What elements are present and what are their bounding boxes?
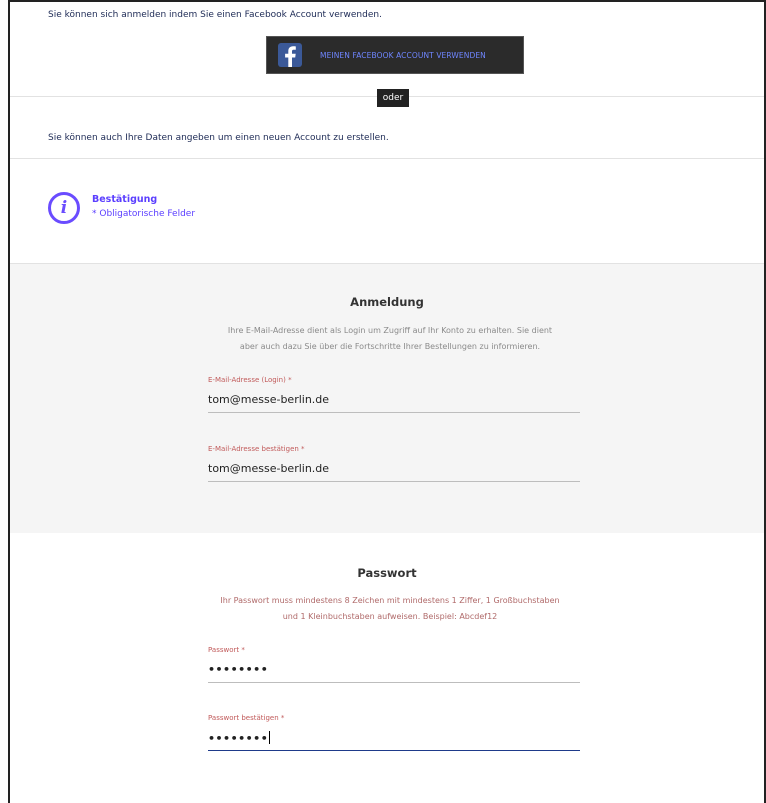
info-icon: i [48, 192, 80, 224]
email-field: E-Mail-Adresse (Login) * tom@messe-berli… [208, 376, 580, 413]
password-field: Passwort * •••••••• [208, 646, 580, 683]
login-section-description: Ihre E-Mail-Adresse dient als Login um Z… [227, 326, 553, 351]
registration-panel: Sie können sich anmelden indem Sie einen… [8, 0, 766, 803]
divider [10, 158, 764, 159]
password-section-description: Ihr Passwort muss mindestens 8 Zeichen m… [220, 596, 560, 621]
login-section-title: Anmeldung [350, 295, 424, 309]
email-confirm-field: E-Mail-Adresse bestätigen * tom@messe-be… [208, 445, 580, 482]
text-caret [269, 731, 271, 744]
email-input[interactable]: tom@messe-berlin.de [208, 393, 580, 413]
confirmation-title: Bestätigung [92, 194, 158, 205]
login-section: Anmeldung Ihre E-Mail-Adresse dient als … [10, 263, 764, 533]
required-fields-note: * Obligatorische Felder [92, 209, 196, 219]
facebook-button-label: MEINEN FACEBOOK ACCOUNT VERWENDEN [320, 50, 486, 60]
password-confirm-input[interactable]: •••••••• [208, 731, 580, 751]
password-section-title: Passwort [357, 566, 417, 580]
password-section: Passwort Ihr Passwort muss mindestens 8 … [10, 533, 764, 803]
email-confirm-label: E-Mail-Adresse bestätigen * [208, 445, 305, 453]
create-account-intro-text: Sie können auch Ihre Daten angeben um ei… [48, 133, 389, 143]
password-confirm-masked-value: •••••••• [208, 732, 269, 745]
email-confirm-input[interactable]: tom@messe-berlin.de [208, 462, 580, 482]
password-masked-value: •••••••• [208, 663, 269, 676]
facebook-icon [278, 43, 302, 67]
email-label: E-Mail-Adresse (Login) * [208, 376, 292, 384]
password-input[interactable]: •••••••• [208, 663, 580, 683]
password-confirm-label: Passwort bestätigen * [208, 714, 285, 722]
password-label: Passwort * [208, 646, 245, 654]
facebook-intro-text: Sie können sich anmelden indem Sie einen… [48, 10, 382, 20]
facebook-login-button[interactable]: MEINEN FACEBOOK ACCOUNT VERWENDEN [266, 36, 524, 74]
or-separator: oder [377, 89, 409, 107]
password-confirm-field: Passwort bestätigen * •••••••• [208, 714, 580, 751]
